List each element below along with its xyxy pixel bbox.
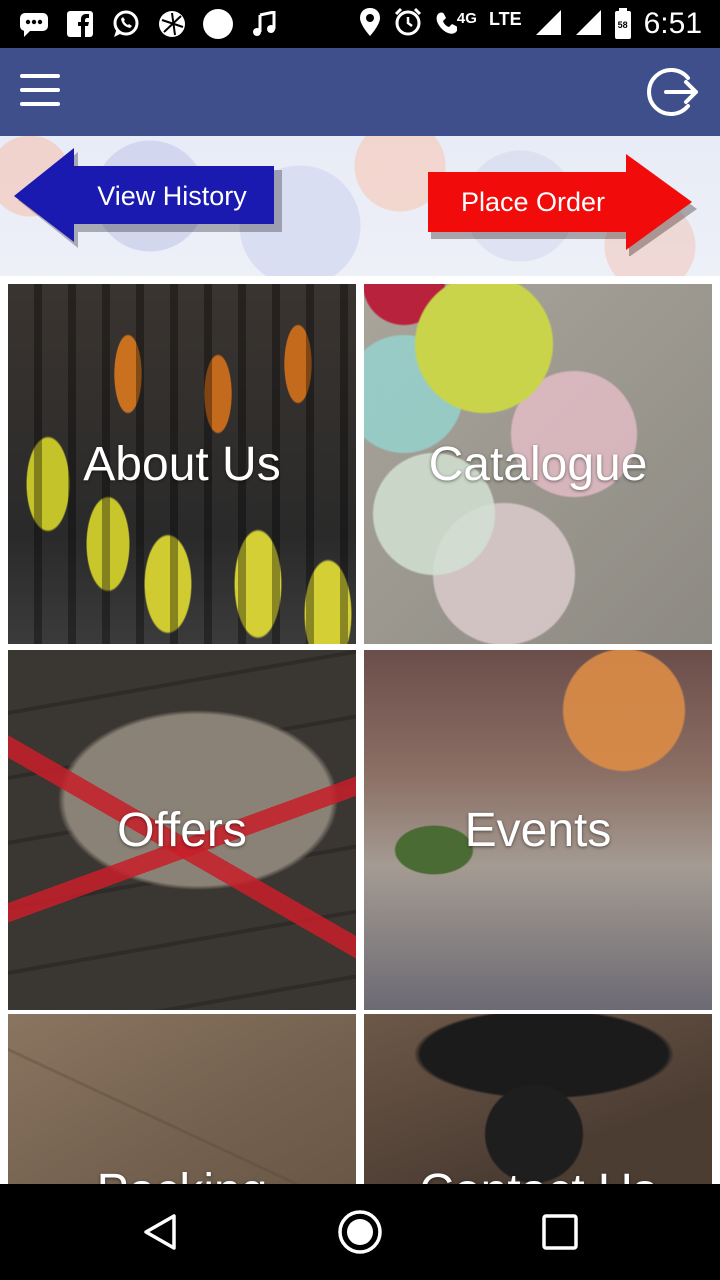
view-history-label: View History bbox=[97, 180, 247, 211]
clock: 6:51 bbox=[643, 7, 702, 40]
tile-label: Catalogue bbox=[428, 437, 648, 491]
tile-label: Events bbox=[464, 803, 612, 857]
tile-contact-us[interactable]: Contact Us bbox=[364, 1014, 712, 1184]
notification-icons bbox=[18, 8, 280, 40]
order-banner: View History Place Order bbox=[0, 136, 720, 276]
messages-icon bbox=[18, 8, 50, 40]
tile-packing[interactable]: Packing bbox=[8, 1014, 356, 1184]
location-icon bbox=[359, 7, 381, 42]
battery-level: 58 bbox=[617, 20, 628, 30]
system-status: 4G LTE 58 6:51 bbox=[359, 6, 702, 42]
battery-icon: 58 bbox=[614, 8, 632, 40]
back-icon[interactable] bbox=[136, 1208, 184, 1256]
status-bar: 4G LTE 58 6:51 bbox=[0, 0, 720, 48]
alarm-icon bbox=[393, 7, 423, 42]
place-order-label: Place Order bbox=[460, 186, 606, 217]
navigation-bar bbox=[0, 1184, 720, 1280]
tile-label: Packing bbox=[97, 1164, 268, 1184]
signal-icon bbox=[534, 8, 562, 41]
contact-us-image bbox=[364, 1014, 712, 1184]
facebook-icon bbox=[64, 8, 96, 40]
music-icon bbox=[248, 8, 280, 40]
lte-label: LTE bbox=[488, 8, 522, 29]
wifi-calling-icon: 4G bbox=[435, 10, 477, 38]
logout-icon[interactable] bbox=[644, 64, 700, 120]
circle-icon bbox=[202, 8, 234, 40]
tile-events[interactable]: Events bbox=[364, 650, 712, 1010]
tile-offers[interactable]: Offers bbox=[8, 650, 356, 1010]
view-history-button[interactable]: View History bbox=[10, 144, 282, 248]
packing-image bbox=[8, 1014, 356, 1184]
tile-catalogue[interactable]: Catalogue bbox=[364, 284, 712, 644]
tile-label: About Us bbox=[83, 437, 281, 491]
network-label: 4G bbox=[456, 10, 477, 27]
signal-icon-2 bbox=[574, 8, 602, 41]
menu-icon[interactable] bbox=[20, 74, 64, 110]
tile-label: Contact Us bbox=[419, 1164, 656, 1184]
tile-about-us[interactable]: About Us bbox=[8, 284, 356, 644]
home-icon[interactable] bbox=[336, 1208, 384, 1256]
recents-icon[interactable] bbox=[536, 1208, 584, 1256]
place-order-button[interactable]: Place Order bbox=[426, 152, 698, 256]
whatsapp-icon bbox=[110, 8, 142, 40]
app-icon bbox=[156, 8, 188, 40]
app-bar bbox=[0, 48, 720, 136]
tile-label: Offers bbox=[117, 803, 247, 857]
